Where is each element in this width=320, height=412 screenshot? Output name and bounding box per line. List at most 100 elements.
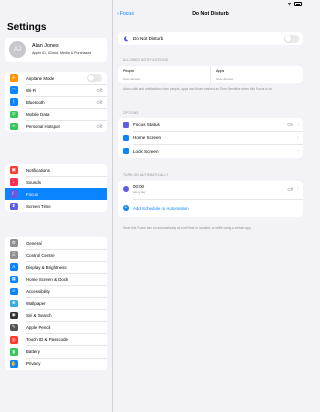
sidebar-item-label: Touch ID & Passcode: [26, 337, 68, 343]
gear-icon: ⚙: [10, 239, 18, 247]
allowed-footnote: Allow calls and notifications from peopl…: [123, 87, 273, 91]
option-lock-screen[interactable]: Lock Screen ›: [118, 145, 303, 158]
sidebar-item-label: Privacy: [26, 361, 41, 367]
options-card: Focus Status On › Home Screen › Lock Screen ›: [118, 118, 303, 158]
sidebar-item-label: Personal Hotspot: [26, 123, 60, 129]
profile-subtitle: Apple ID, iCloud, Media & Purchases: [32, 51, 92, 55]
sidebar-item-mobile-data[interactable]: ⊙ Mobile Data: [5, 108, 107, 121]
sidebar-item-battery[interactable]: ▮ Battery: [5, 346, 107, 358]
sidebar-item-value: Off: [96, 123, 102, 129]
sidebar-item-apple-pencil[interactable]: ✎ Apple Pencil: [5, 322, 107, 334]
general-group: ⚙ General ☰ Control Centre A Display & Bright…: [5, 237, 107, 371]
sidebar-item-general[interactable]: ⚙ General: [5, 237, 107, 250]
moon-icon: [123, 36, 129, 41]
sidebar-item-value: Off: [96, 87, 102, 93]
auto-card: 00:00 Every day Off › + Add Schedule or …: [118, 181, 303, 217]
hotspot-icon: ∞: [10, 122, 18, 131]
chevron-right-icon: ›: [297, 148, 299, 155]
sidebar-item-focus[interactable]: ☾ Focus: [5, 188, 107, 201]
sidebar-item-accessibility[interactable]: ☺ Accessibility: [5, 285, 107, 298]
wifi-icon: ◠: [10, 86, 18, 94]
auto-header: TURN ON AUTOMATICALLY: [123, 173, 169, 177]
dnd-label: Do Not Disturb: [133, 36, 164, 41]
apps-cell[interactable]: Apps None allowed: [211, 66, 303, 83]
clock-icon: [123, 186, 129, 192]
accessibility-icon: ☺: [10, 287, 18, 296]
sidebar-item-label: Display & Brightness: [26, 264, 67, 270]
sidebar-item-bluetooth[interactable]: ᛒ Bluetooth Off: [5, 96, 107, 109]
option-focus-status[interactable]: Focus Status On ›: [118, 118, 303, 132]
page-title: Do Not Disturb: [192, 11, 229, 17]
display-icon: A: [10, 263, 18, 271]
notifications-group: ▣ Notifications ♪ Sounds ☾ Focus ⧗ Screen Time: [5, 164, 107, 213]
add-schedule-row[interactable]: + Add Schedule or Automation: [118, 199, 303, 217]
sidebar-item-personal-hotspot[interactable]: ∞ Personal Hotspot Off: [5, 120, 107, 132]
schedule-sub: Every day: [133, 190, 146, 194]
option-label: Focus Status: [133, 122, 160, 127]
chevron-right-icon: ›: [297, 134, 299, 141]
option-home-screen[interactable]: Home Screen ›: [118, 131, 303, 145]
sidebar-item-label: Battery: [26, 349, 40, 355]
settings-title: Settings: [7, 22, 47, 33]
options-header: OPTIONS: [123, 111, 139, 115]
sidebar-item-label: Wallpaper: [26, 301, 46, 307]
apps-label: Apps: [216, 69, 225, 73]
sidebar-item-label: Bluetooth: [26, 99, 45, 105]
sidebar-item-wallpaper[interactable]: ❀ Wallpaper: [5, 297, 107, 310]
sidebar-item-display-and-brightness[interactable]: A Display & Brightness: [5, 261, 107, 274]
apple-id-profile[interactable]: AJ Alan Jones Apple ID, iCloud, Media & …: [5, 38, 107, 62]
allowed-notifications-header: ALLOWED NOTIFICATIONS: [123, 58, 169, 62]
control-centre-icon: ☰: [10, 251, 18, 259]
sidebar-item-label: Control Centre: [26, 252, 55, 258]
pencil-icon: ✎: [10, 323, 18, 332]
sidebar-item-control-centre[interactable]: ☰ Control Centre: [5, 249, 107, 262]
sounds-icon: ♪: [10, 178, 18, 186]
dnd-toggle-row: Do Not Disturb: [118, 32, 303, 45]
sidebar-item-label: Airplane Mode: [26, 75, 55, 81]
people-cell[interactable]: People None allowed: [118, 66, 210, 83]
siri-icon: ◉: [10, 311, 18, 320]
home-screen-icon: ▦: [10, 275, 18, 284]
sidebar-item-siri-and-search[interactable]: ◉ Siri & Search: [5, 310, 107, 322]
sidebar-item-wi-fi[interactable]: ◠ Wi-Fi Off: [5, 84, 107, 97]
sidebar-item-privacy[interactable]: ✋ Privacy: [5, 358, 107, 370]
schedule-time: 00:00: [133, 184, 144, 189]
dnd-toggle[interactable]: [284, 34, 299, 43]
focus-status-icon: [123, 121, 129, 128]
lock-screen-icon: [123, 148, 129, 155]
schedule-value: Off: [287, 187, 293, 192]
sidebar-item-label: Accessibility: [26, 288, 50, 294]
hand-icon: ✋: [10, 360, 18, 368]
sidebar-item-touch-id-and-passcode[interactable]: ◎ Touch ID & Passcode: [5, 334, 107, 346]
allowed-notifications-card: People None allowed Apps None allowed: [118, 66, 303, 83]
fingerprint-icon: ◎: [10, 336, 18, 344]
sidebar-item-label: General: [26, 240, 42, 246]
sidebar-item-value: Off: [96, 99, 102, 105]
airplane-mode-toggle[interactable]: [87, 74, 102, 82]
sidebar-item-label: Mobile Data: [26, 111, 50, 117]
plus-icon: +: [123, 205, 129, 211]
sidebar-item-sounds[interactable]: ♪ Sounds: [5, 176, 107, 189]
sidebar-item-label: Focus: [26, 191, 38, 197]
sidebar-item-label: Wi-Fi: [26, 87, 37, 93]
sidebar-item-label: Screen Time: [26, 203, 51, 209]
add-schedule-label: Add Schedule or Automation: [133, 205, 189, 211]
sidebar-item-home-screen-and-dock[interactable]: ▦ Home Screen & Dock: [5, 273, 107, 286]
wallpaper-icon: ❀: [10, 299, 18, 308]
airplane-icon: ✈: [10, 74, 18, 82]
hourglass-icon: ⧗: [10, 202, 18, 211]
option-label: Lock Screen: [133, 148, 159, 154]
chevron-right-icon: ›: [297, 186, 299, 192]
sidebar-item-notifications[interactable]: ▣ Notifications: [5, 164, 107, 177]
sidebar-item-label: Home Screen & Dock: [26, 276, 69, 282]
sidebar-item-airplane-mode[interactable]: ✈ Airplane Mode: [5, 72, 107, 85]
bluetooth-icon: ᛒ: [10, 98, 18, 106]
chevron-right-icon: ›: [297, 121, 299, 128]
profile-name: Alan Jones: [32, 43, 59, 49]
settings-sidebar: Settings AJ Alan Jones Apple ID, iCloud,…: [0, 0, 113, 412]
people-sub: None allowed: [123, 77, 140, 81]
sidebar-item-screen-time[interactable]: ⧗ Screen Time: [5, 200, 107, 212]
schedule-row[interactable]: 00:00 Every day Off ›: [118, 181, 303, 199]
mobile-data-icon: ⊙: [10, 110, 18, 119]
sidebar-item-label: Sounds: [26, 179, 41, 185]
